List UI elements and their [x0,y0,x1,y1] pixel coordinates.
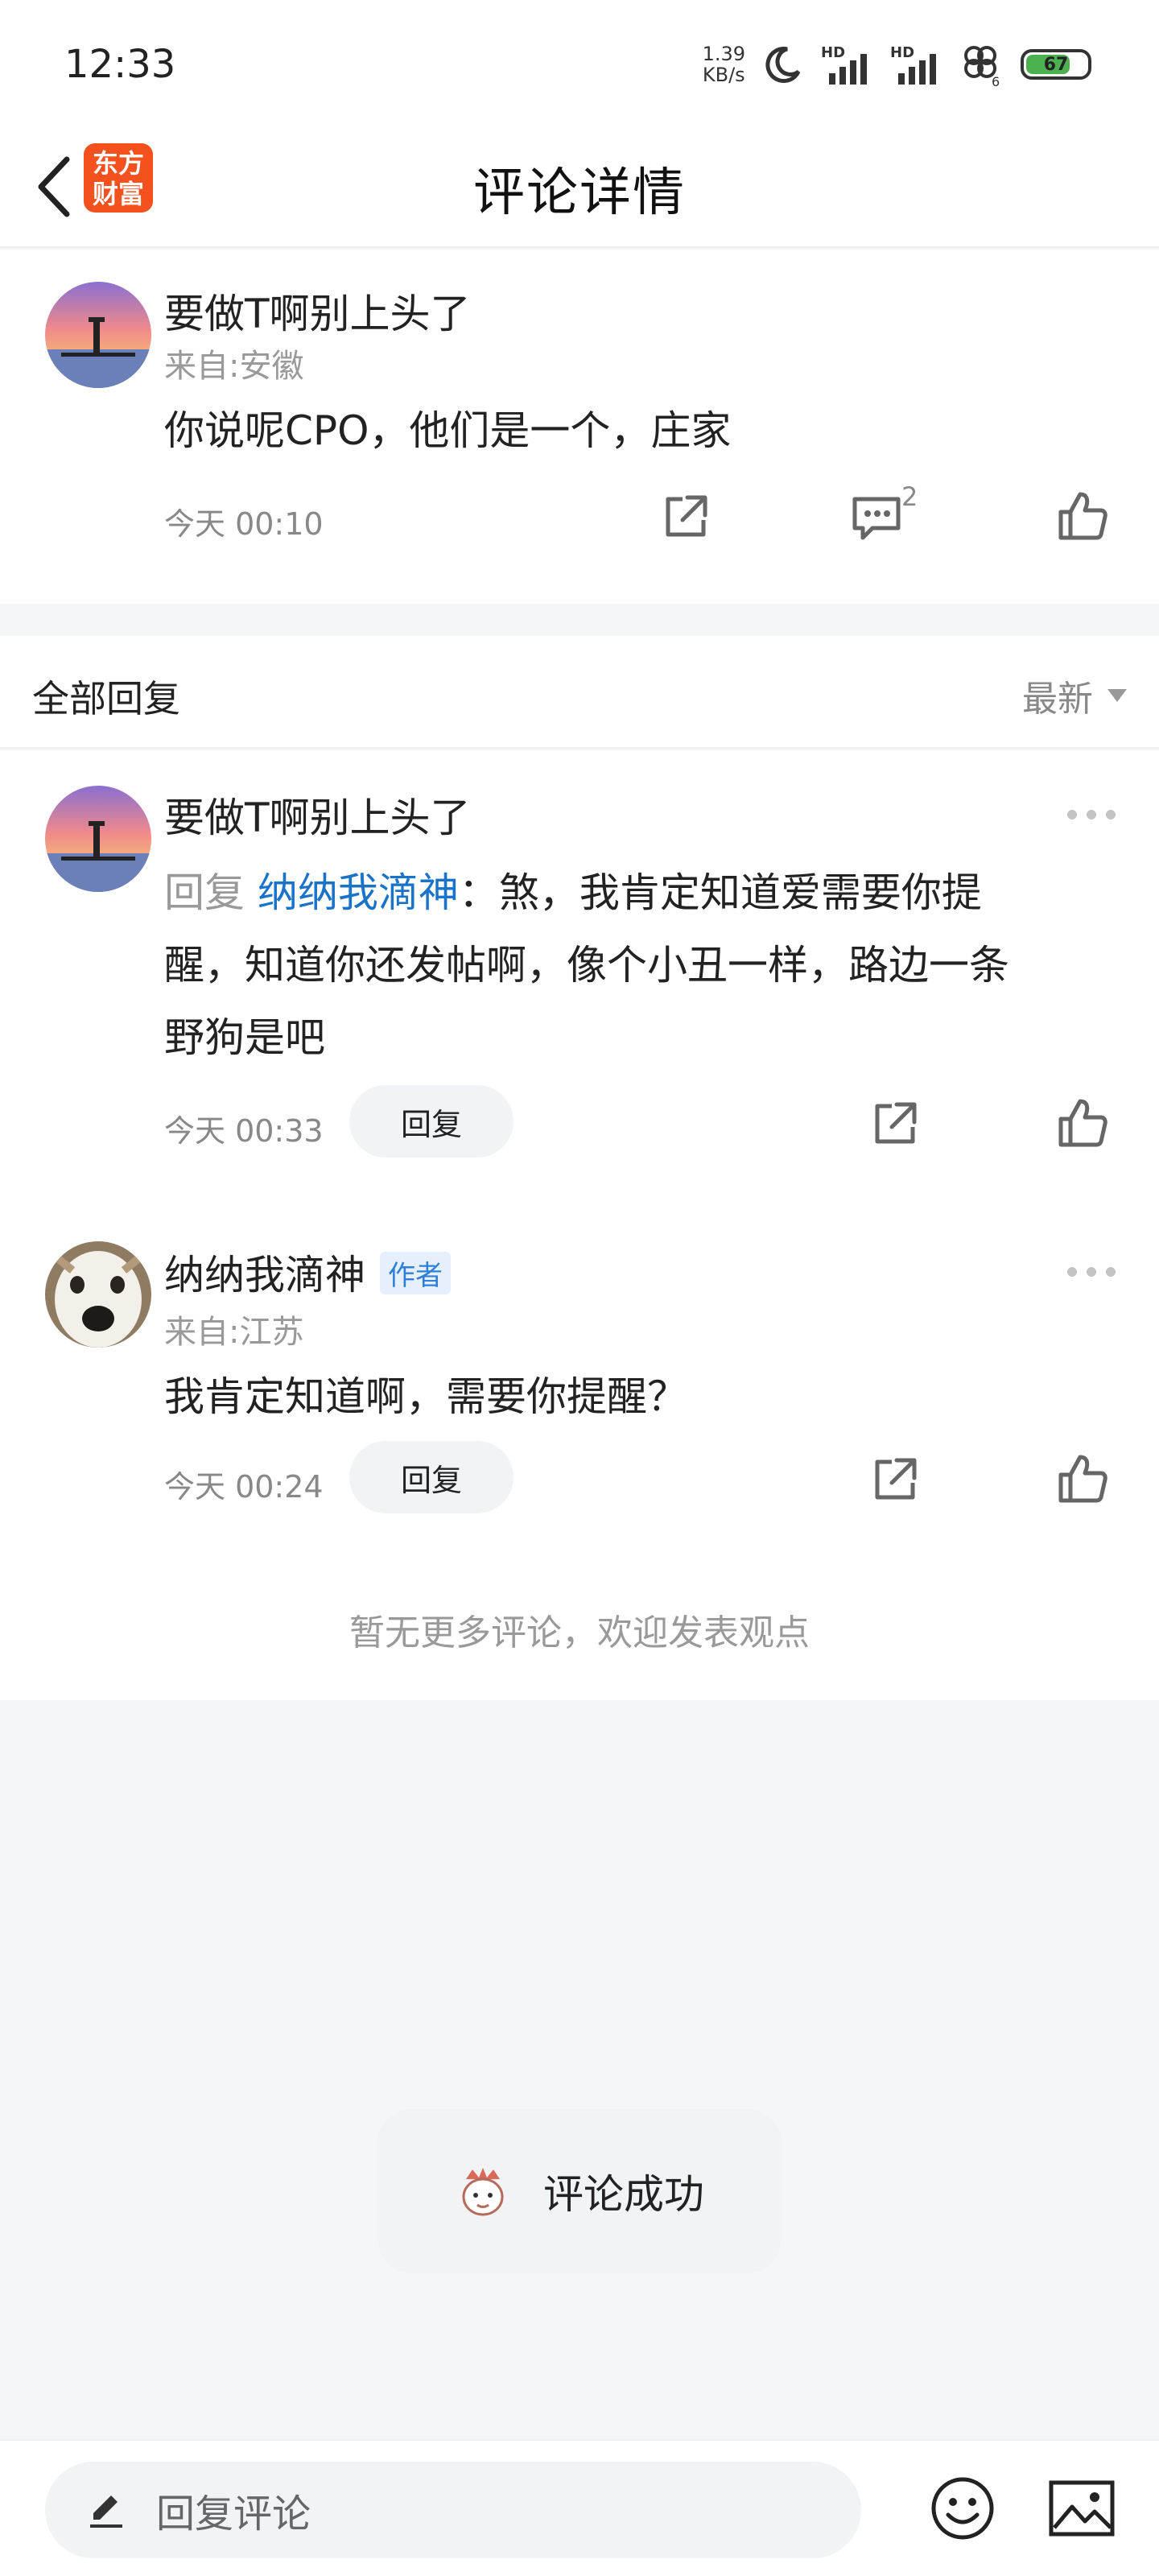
moon-icon [765,47,801,84]
reply-time: 今天 00:24 [164,1469,324,1505]
author-badge: 作者 [380,1252,451,1294]
main-comment-card: 要做T啊别上头了 来自:安徽 你说呢CPO，他们是一个，庄家 今天 00:10 … [0,250,1159,604]
toast: 评论成功 [378,2109,781,2273]
no-more-comments: 暂无更多评论，欢迎发表观点 [349,1612,810,1653]
more-button[interactable] [1067,1267,1116,1277]
thumbs-up-icon [1058,1455,1107,1503]
status-bar: 12:33 1.39 KB/s HD HD 6 67 [0,0,1159,129]
reply-time: 今天 00:33 [164,1113,324,1149]
share-button[interactable] [869,1454,921,1509]
replies-list: 要做T啊别上头了 回复 纳纳我滴神：煞，我肯定知道爱需要你提 醒，知道你还发帖啊… [0,750,1159,1700]
section-title: 全部回复 [32,677,180,720]
thumbs-up-icon [1058,1099,1107,1147]
reply-location: 来自:江苏 [164,1314,304,1351]
avatar[interactable] [45,786,151,892]
share-icon [875,1458,917,1500]
status-icons: 1.39 KB/s HD HD 6 67 [703,40,1091,89]
share-button[interactable] [869,1098,921,1153]
comment-username[interactable]: 要做T啊别上头了 [164,282,471,340]
reply-prefix: 回复 [164,869,245,916]
toast-text: 评论成功 [543,2171,704,2218]
page-title: 评论详情 [473,163,686,223]
reply-button[interactable]: 回复 [349,1441,514,1513]
reply-input-placeholder: 回复评论 [156,2491,311,2537]
like-button[interactable] [1056,489,1109,546]
like-button[interactable] [1056,1096,1109,1153]
reply-text: 回复 纳纳我滴神：煞，我肯定知道爱需要你提 醒，知道你还发帖啊，像个小丑一样，路… [164,869,1009,1061]
signal-icon-2: HD [890,44,942,85]
pencil-icon [90,2496,122,2528]
reply-button[interactable]: 回复 [349,1085,514,1158]
replies-header: 全部回复 最新 [0,636,1159,749]
share-button[interactable] [660,491,711,546]
battery-icon: 67 [1021,49,1091,80]
reply-username: 纳纳我滴神 作者 [164,1243,451,1301]
image-icon [1049,2480,1115,2537]
share-icon [875,1102,917,1144]
avatar[interactable] [45,1241,151,1348]
comment-location: 来自:安徽 [164,348,304,385]
status-time: 12:33 [64,42,176,87]
emoji-icon [931,2477,994,2540]
reply-count: 2 [901,481,918,512]
comment-text: 你说呢CPO，他们是一个，庄家 [164,407,732,454]
more-button[interactable] [1067,810,1116,819]
nav-header: 东方 财富 评论详情 [0,129,1159,248]
thumbs-up-icon [1058,492,1107,540]
comment-button[interactable]: 2 [850,481,922,551]
reply-input[interactable]: 回复评论 [45,2462,861,2558]
like-button[interactable] [1056,1452,1109,1509]
emoji-button[interactable] [929,2475,996,2545]
signal-icon: HD [821,44,872,85]
mascot-icon [462,2168,504,2216]
comment-time: 今天 00:10 [164,506,324,542]
reply-username[interactable]: 要做T啊别上头了 [164,786,471,844]
image-button[interactable] [1048,2476,1116,2544]
avatar[interactable] [45,282,151,388]
sort-label: 最新 [1022,679,1093,720]
dropdown-arrow-icon [1107,689,1127,702]
bottom-bar: 回复评论 [0,2439,1159,2576]
share-icon [666,495,707,537]
reply-target-link[interactable]: 纳纳我滴神 [258,869,459,916]
sort-dropdown[interactable]: 最新 [1022,670,1127,721]
reply-text: 我肯定知道啊，需要你提醒？ [164,1373,687,1420]
svg-text:6: 6 [992,74,1000,86]
network-speed: 1.39 KB/s [702,43,745,86]
clover-icon: 6 [964,46,1000,86]
